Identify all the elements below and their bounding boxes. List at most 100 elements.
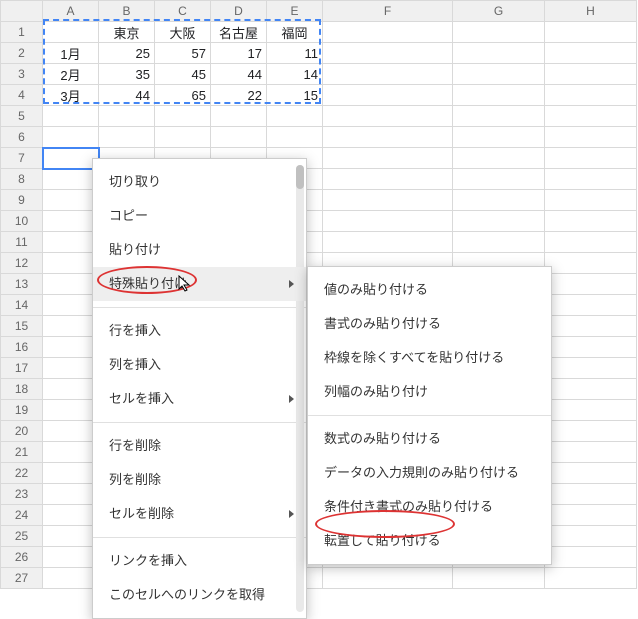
cell[interactable] bbox=[43, 190, 99, 211]
cell[interactable]: 22 bbox=[211, 85, 267, 106]
cell[interactable] bbox=[323, 190, 453, 211]
row-header[interactable]: 12 bbox=[1, 253, 43, 274]
cell[interactable] bbox=[323, 127, 453, 148]
cell[interactable] bbox=[43, 463, 99, 484]
menu-item[interactable]: データの入力規則のみ貼り付ける bbox=[308, 456, 551, 490]
row-header[interactable]: 11 bbox=[1, 232, 43, 253]
row-header[interactable]: 15 bbox=[1, 316, 43, 337]
cell[interactable] bbox=[43, 274, 99, 295]
cell[interactable] bbox=[43, 253, 99, 274]
menu-item[interactable]: セルを削除 bbox=[93, 497, 306, 531]
row-header[interactable]: 24 bbox=[1, 505, 43, 526]
row-header[interactable]: 20 bbox=[1, 421, 43, 442]
menu-item[interactable]: 数式のみ貼り付ける bbox=[308, 422, 551, 456]
row-header[interactable]: 16 bbox=[1, 337, 43, 358]
cell[interactable] bbox=[453, 148, 545, 169]
menu-item[interactable]: 特殊貼り付け bbox=[93, 267, 306, 301]
cell[interactable] bbox=[43, 421, 99, 442]
cell[interactable] bbox=[545, 22, 637, 43]
cell[interactable]: 25 bbox=[99, 43, 155, 64]
menu-item[interactable]: 行を削除 bbox=[93, 429, 306, 463]
cell[interactable] bbox=[43, 379, 99, 400]
cell[interactable] bbox=[545, 421, 637, 442]
cell[interactable] bbox=[545, 232, 637, 253]
row-header[interactable]: 23 bbox=[1, 484, 43, 505]
menu-item[interactable]: 貼り付け bbox=[93, 233, 306, 267]
cell[interactable] bbox=[323, 232, 453, 253]
row-header[interactable]: 26 bbox=[1, 547, 43, 568]
row-header[interactable]: 9 bbox=[1, 190, 43, 211]
cell[interactable] bbox=[545, 85, 637, 106]
row-header[interactable]: 22 bbox=[1, 463, 43, 484]
cell[interactable] bbox=[43, 316, 99, 337]
cell[interactable] bbox=[99, 127, 155, 148]
cell[interactable] bbox=[43, 232, 99, 253]
cell[interactable] bbox=[453, 190, 545, 211]
cell[interactable] bbox=[545, 295, 637, 316]
cell[interactable] bbox=[323, 211, 453, 232]
cell[interactable] bbox=[545, 169, 637, 190]
col-header[interactable]: C bbox=[155, 1, 211, 22]
cell[interactable]: 3月 bbox=[43, 85, 99, 106]
col-header[interactable]: E bbox=[267, 1, 323, 22]
cell[interactable] bbox=[545, 148, 637, 169]
cell[interactable] bbox=[323, 64, 453, 85]
menu-item[interactable]: セルを挿入 bbox=[93, 382, 306, 416]
row-header[interactable]: 8 bbox=[1, 169, 43, 190]
cell[interactable] bbox=[453, 211, 545, 232]
cell[interactable] bbox=[453, 43, 545, 64]
cell[interactable] bbox=[545, 505, 637, 526]
cell[interactable]: 17 bbox=[211, 43, 267, 64]
cell[interactable]: 14 bbox=[267, 64, 323, 85]
row-header[interactable]: 19 bbox=[1, 400, 43, 421]
row-header[interactable]: 10 bbox=[1, 211, 43, 232]
cell[interactable] bbox=[545, 106, 637, 127]
cell[interactable]: 45 bbox=[155, 64, 211, 85]
cell[interactable]: 大阪 bbox=[155, 22, 211, 43]
row-header[interactable]: 6 bbox=[1, 127, 43, 148]
menu-item[interactable]: 書式のみ貼り付ける bbox=[308, 307, 551, 341]
cell[interactable] bbox=[545, 358, 637, 379]
cell[interactable] bbox=[43, 22, 99, 43]
cell[interactable] bbox=[43, 526, 99, 547]
cell[interactable]: 65 bbox=[155, 85, 211, 106]
cell[interactable] bbox=[545, 274, 637, 295]
row-header[interactable]: 1 bbox=[1, 22, 43, 43]
cell[interactable] bbox=[453, 568, 545, 589]
cell[interactable] bbox=[545, 463, 637, 484]
cell[interactable] bbox=[211, 127, 267, 148]
cell[interactable] bbox=[545, 568, 637, 589]
cell[interactable] bbox=[43, 547, 99, 568]
cell[interactable]: 44 bbox=[211, 64, 267, 85]
cell[interactable] bbox=[545, 484, 637, 505]
cell[interactable] bbox=[43, 358, 99, 379]
row-header[interactable]: 4 bbox=[1, 85, 43, 106]
cell[interactable] bbox=[43, 106, 99, 127]
cell[interactable] bbox=[453, 85, 545, 106]
row-header[interactable]: 27 bbox=[1, 568, 43, 589]
menu-item[interactable]: 行を挿入 bbox=[93, 314, 306, 348]
cell[interactable]: 15 bbox=[267, 85, 323, 106]
cell[interactable] bbox=[545, 127, 637, 148]
cell[interactable] bbox=[267, 127, 323, 148]
row-header[interactable]: 21 bbox=[1, 442, 43, 463]
cell[interactable] bbox=[453, 232, 545, 253]
row-header[interactable]: 2 bbox=[1, 43, 43, 64]
cell[interactable]: 名古屋 bbox=[211, 22, 267, 43]
cell[interactable] bbox=[99, 106, 155, 127]
row-header[interactable]: 7 bbox=[1, 148, 43, 169]
cell[interactable] bbox=[545, 316, 637, 337]
col-header[interactable]: H bbox=[545, 1, 637, 22]
cell[interactable] bbox=[545, 43, 637, 64]
row-header[interactable]: 13 bbox=[1, 274, 43, 295]
cell[interactable] bbox=[545, 442, 637, 463]
cell[interactable] bbox=[267, 106, 323, 127]
active-cell[interactable] bbox=[43, 148, 99, 169]
menu-item[interactable]: 枠線を除くすべてを貼り付ける bbox=[308, 341, 551, 375]
cell[interactable] bbox=[43, 127, 99, 148]
cell[interactable] bbox=[43, 337, 99, 358]
cell[interactable] bbox=[453, 106, 545, 127]
cell[interactable] bbox=[43, 505, 99, 526]
cell[interactable] bbox=[323, 85, 453, 106]
col-header[interactable]: D bbox=[211, 1, 267, 22]
